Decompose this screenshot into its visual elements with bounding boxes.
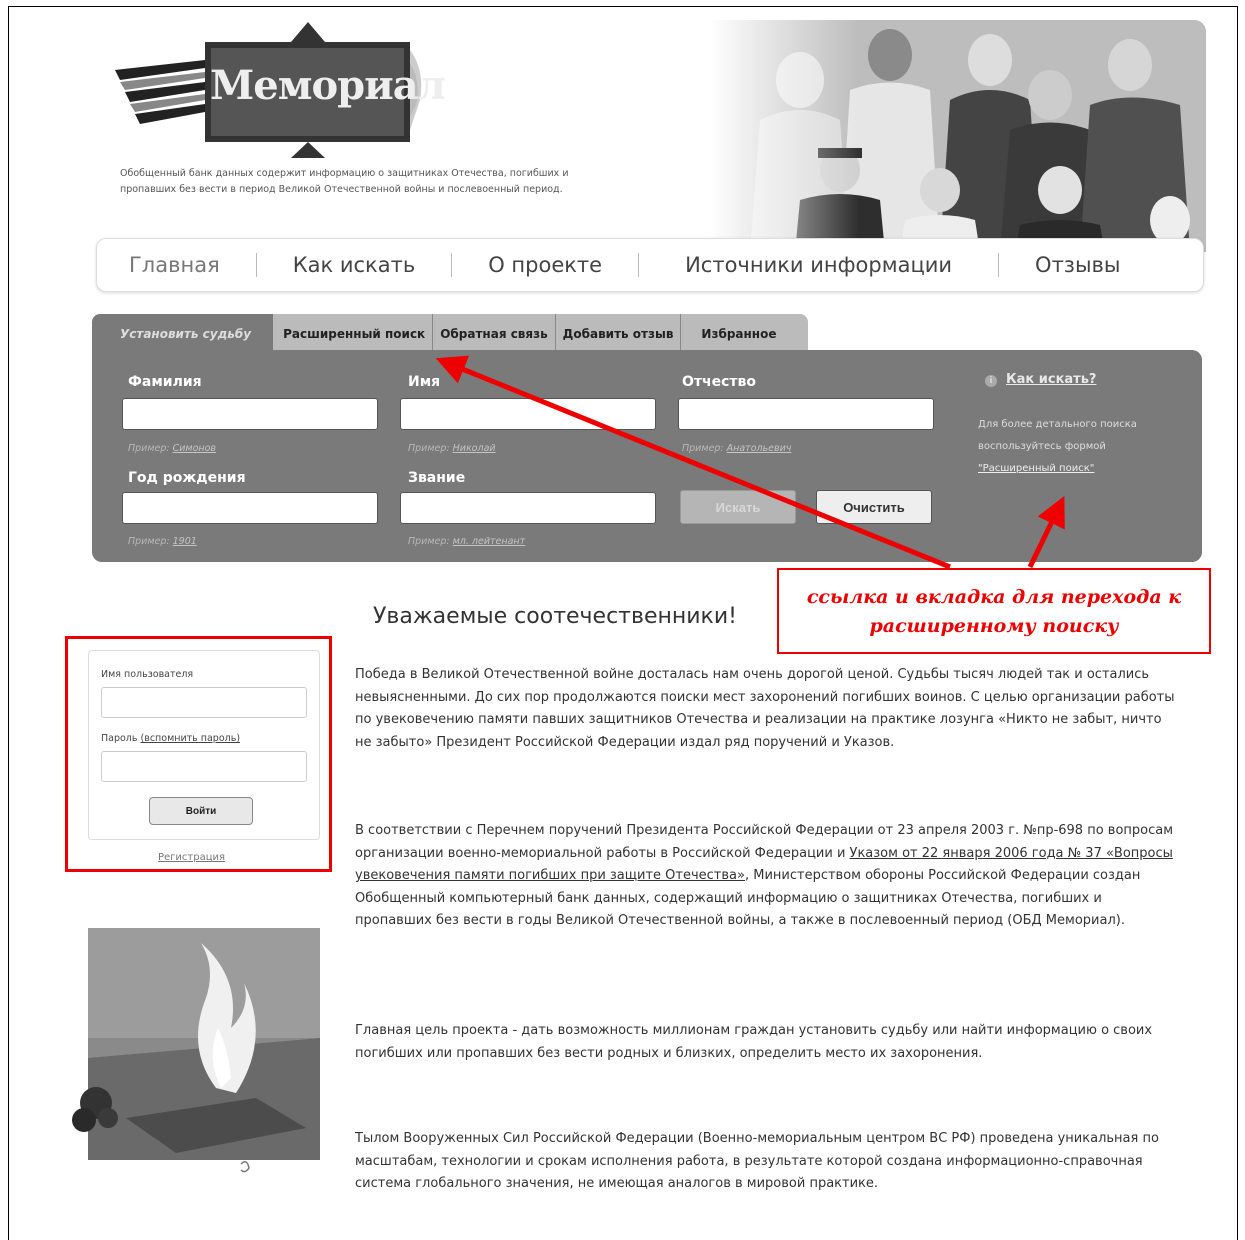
nav-item-sources[interactable]: Источники информации	[639, 253, 998, 277]
username-label: Имя пользователя	[101, 669, 194, 680]
nav-item-how-to-search[interactable]: Как искать	[257, 253, 452, 277]
birth-year-example-link[interactable]: 1901	[173, 536, 197, 547]
site-logo[interactable]: Мемориал	[110, 20, 446, 160]
name-input[interactable]	[400, 398, 656, 430]
nav-item-about[interactable]: О проекте	[452, 253, 638, 277]
patronymic-example-link[interactable]: Анатольевич	[727, 443, 792, 454]
surname-example-link[interactable]: Симонов	[173, 443, 216, 454]
name-example: Пример: Николай	[408, 443, 496, 454]
username-input[interactable]	[101, 687, 307, 718]
intro-paragraph-3: Главная цель проекта - дать возможность …	[355, 1023, 1153, 1061]
intro-paragraph-4: Тылом Вооруженных Сил Российской Федерац…	[355, 1131, 1159, 1191]
name-example-link[interactable]: Николай	[453, 443, 496, 454]
search-button[interactable]: Искать	[680, 490, 796, 524]
birth-year-example: Пример: 1901	[128, 536, 197, 547]
nav-item-reviews[interactable]: Отзывы	[999, 253, 1156, 277]
password-label-row: Пароль (вспомнить пароль)	[101, 733, 241, 744]
password-input[interactable]	[101, 751, 307, 782]
tab-advanced-search[interactable]: Расширенный поиск	[273, 314, 434, 352]
advanced-search-link[interactable]: "Расширенный поиск"	[978, 463, 1094, 474]
annotation-callout: ссылка и вкладка для перехода к расширен…	[777, 568, 1211, 654]
rank-example-link[interactable]: мл. лейтенант	[453, 536, 526, 547]
help-text: Для более детального поиска воспользуйте…	[978, 419, 1137, 474]
site-description: Обобщенный банк данных содержит информац…	[120, 168, 569, 195]
birth-year-input[interactable]	[122, 492, 378, 524]
patronymic-label: Отчество	[682, 374, 757, 390]
eternal-flame-image	[66, 928, 320, 1180]
intro-paragraph-2: В соответствии с Перечнем поручений През…	[355, 823, 1174, 928]
how-to-search-link[interactable]: Как искать?	[1006, 372, 1096, 387]
logo-text: Мемориал	[210, 62, 446, 109]
search-panel: Фамилия Пример: Симонов Имя Пример: Нико…	[92, 350, 1202, 562]
callout-line-2: расширенному поиску	[869, 615, 1119, 637]
remind-password-link[interactable]: (вспомнить пароль)	[141, 733, 241, 744]
surname-label: Фамилия	[128, 374, 202, 390]
rank-input[interactable]	[400, 492, 656, 524]
search-tabs: Установить судьбу Расширенный поиск Обра…	[92, 314, 809, 352]
nav-item-home[interactable]: Главная	[97, 253, 256, 277]
patronymic-example: Пример: Анатольевич	[682, 443, 792, 454]
login-form: Имя пользователя Пароль (вспомнить парол…	[88, 650, 320, 840]
help-icon: i	[985, 375, 997, 387]
surname-input[interactable]	[122, 398, 378, 430]
patronymic-input[interactable]	[678, 398, 934, 430]
page-title: Уважаемые соотечественники!	[373, 604, 737, 629]
tab-find-fate[interactable]: Установить судьбу	[92, 314, 274, 352]
surname-example: Пример: Симонов	[128, 443, 217, 454]
intro-paragraph-1: Победа в Великой Отечественной войне дос…	[355, 667, 1175, 750]
tab-favorites[interactable]: Избранное	[681, 314, 809, 352]
register-link[interactable]: Регистрация	[158, 852, 225, 863]
tab-feedback[interactable]: Обратная связь	[433, 314, 556, 352]
rank-example: Пример: мл. лейтенант	[408, 536, 526, 547]
callout-line-1: ссылка и вкладка для перехода к	[806, 586, 1182, 608]
name-label: Имя	[408, 374, 441, 390]
clear-button[interactable]: Очистить	[816, 490, 932, 524]
rank-label: Звание	[408, 470, 466, 486]
veterans-photo	[710, 20, 1206, 252]
main-nav: Главная Как искать О проекте Источники и…	[96, 238, 1204, 292]
tab-add-review[interactable]: Добавить отзыв	[555, 314, 682, 352]
login-button[interactable]: Войти	[149, 797, 253, 825]
birth-year-label: Год рождения	[128, 470, 246, 486]
